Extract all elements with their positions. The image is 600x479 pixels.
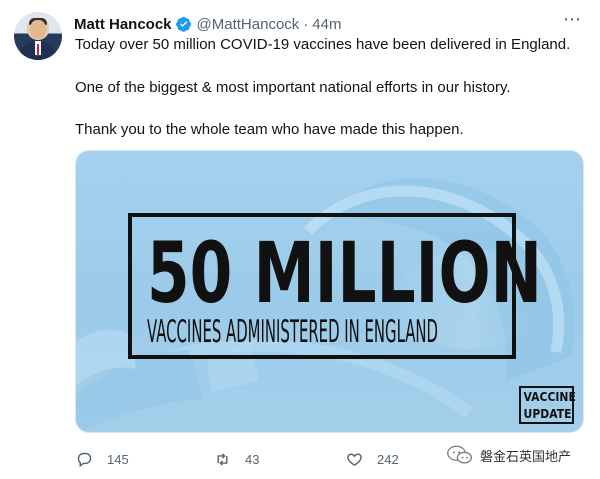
- badge-line-1: VACCINE: [523, 390, 576, 404]
- avatar-tie: [37, 44, 39, 56]
- wechat-icon: [447, 445, 472, 464]
- author-name[interactable]: Matt Hancock: [74, 16, 172, 33]
- reply-button[interactable]: 145: [76, 451, 129, 468]
- retweet-button[interactable]: 43: [214, 451, 259, 468]
- retweet-icon: [217, 452, 228, 466]
- headline-frame: 50 MILLION VACCINES ADMINISTERED IN ENGL…: [128, 213, 542, 359]
- tweet-header: Matt Hancock @MattHancock · 44m: [74, 13, 341, 35]
- vaccine-update-badge: VACCINE UPDATE: [519, 386, 576, 424]
- verified-badge-icon: [175, 16, 191, 32]
- tweet-card: Matt Hancock @MattHancock · 44m ⋯ Today …: [0, 0, 600, 479]
- like-count: 242: [377, 451, 399, 467]
- author-avatar[interactable]: [14, 12, 62, 60]
- avatar-face: [30, 20, 46, 39]
- tweet-paragraph-3: Thank you to the whole team who have mad…: [75, 121, 464, 138]
- author-handle[interactable]: @MattHancock: [197, 16, 300, 33]
- source-watermark: 磐金石英国地产: [446, 443, 594, 467]
- retweet-count: 43: [245, 451, 260, 467]
- headline-subtitle: VACCINES ADMINISTERED IN ENGLAND: [147, 314, 438, 350]
- tweet-paragraph-2: One of the biggest & most important nati…: [75, 79, 511, 96]
- like-button[interactable]: 242: [346, 451, 399, 468]
- headline-number: 50 MILLION: [147, 224, 542, 322]
- tweet-media-image[interactable]: 50 MILLION VACCINES ADMINISTERED IN ENGL…: [75, 150, 584, 433]
- badge-line-2: UPDATE: [523, 407, 572, 421]
- tweet-paragraph-1: Today over 50 million COVID-19 vaccines …: [75, 36, 571, 53]
- heart-icon: [347, 452, 362, 466]
- tweet-time[interactable]: 44m: [312, 16, 341, 33]
- reply-icon: [77, 452, 92, 467]
- reply-count: 145: [107, 451, 129, 467]
- time-separator: ·: [303, 15, 309, 33]
- more-icon[interactable]: ⋯: [563, 10, 582, 28]
- watermark-text: 磐金石英国地产: [480, 448, 572, 464]
